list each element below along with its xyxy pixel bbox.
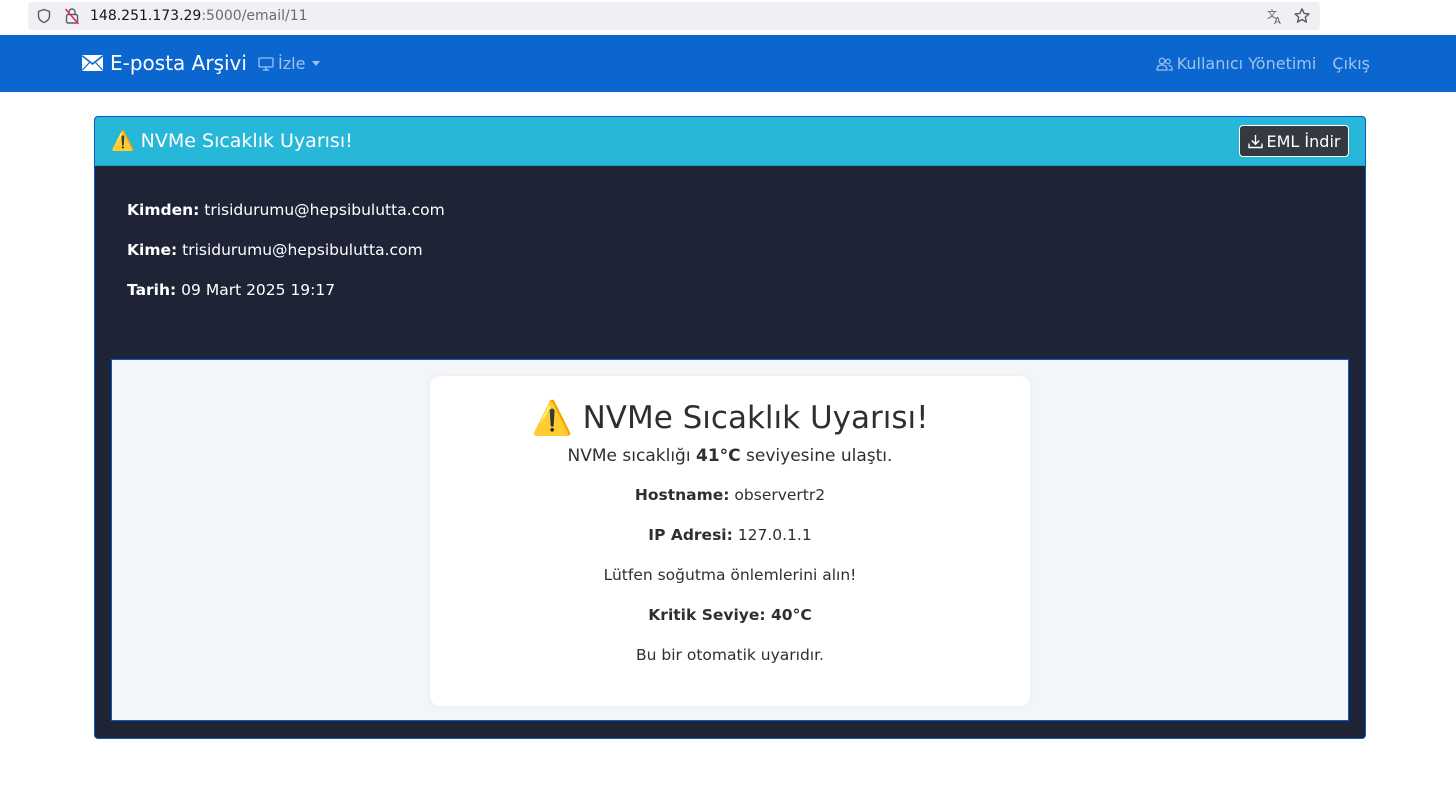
user-management-link[interactable]: Kullanıcı Yönetimi [1177,54,1317,73]
ip-value: 127.0.1.1 [737,526,812,544]
ip-label: IP Adresi: [648,526,733,544]
email-meta: Kimden: trisidurumu@hepsibulutta.com Kim… [127,201,445,321]
monitor-icon [258,56,274,71]
url-path: :5000/email/11 [201,8,308,24]
temperature-message: NVMe sıcaklığı 41°C seviyesine ulaştı. [430,446,1030,466]
download-eml-button[interactable]: EML İndir [1239,125,1349,157]
email-body-frame: ⚠️ NVMe Sıcaklık Uyarısı! NVMe sıcaklığı… [111,359,1349,721]
izle-label: İzle [278,54,306,73]
to-label: Kime: [127,241,178,259]
current-temperature: 41°C [695,446,741,466]
date-label: Tarih: [127,281,177,299]
hostname-label: Hostname: [634,486,730,504]
to-row: Kime: trisidurumu@hepsibulutta.com [127,241,445,281]
users-icon [1156,57,1173,71]
from-label: Kimden: [127,201,200,219]
email-body-card: ⚠️ NVMe Sıcaklık Uyarısı! NVMe sıcaklığı… [430,376,1030,706]
chevron-down-icon [312,61,321,66]
body-heading: ⚠️ NVMe Sıcaklık Uyarısı! [430,398,1030,438]
download-eml-label: EML İndir [1266,131,1341,151]
logout-link[interactable]: Çıkış [1332,54,1370,73]
top-navbar: E-posta Arşivi İzle Kullanıcı Yönetimi Ç… [0,35,1456,92]
advice-line: Lütfen soğutma önlemlerini alın! [603,566,857,584]
lead-prefix: NVMe sıcaklığı [567,446,696,466]
nav-right: Kullanıcı Yönetimi Çıkış [1156,54,1370,73]
email-card-header: ⚠️ NVMe Sıcaklık Uyarısı! EML İndir [95,117,1365,166]
browser-toolbar: 148.251.173.29:5000/email/11 文 A [0,0,1456,35]
email-subject-text: NVMe Sıcaklık Uyarısı! [140,129,353,152]
hostname-line: Hostname: observertr2 [430,486,1030,504]
url-host: 148.251.173.29 [90,8,202,24]
download-icon [1247,134,1263,148]
email-subject: ⚠️ NVMe Sıcaklık Uyarısı! [111,129,353,153]
to-value: trisidurumu@hepsibulutta.com [182,241,423,259]
hostname-value: observertr2 [734,486,826,504]
brand-title: E-posta Arşivi [110,51,247,75]
shield-icon[interactable] [36,8,52,24]
url-text[interactable]: 148.251.173.29:5000/email/11 [90,8,308,24]
envelope-icon [82,55,103,71]
date-value: 09 Mart 2025 19:17 [181,281,336,299]
insecure-lock-icon[interactable] [64,7,80,25]
bookmark-star-icon[interactable] [1293,7,1311,25]
brand-link[interactable]: E-posta Arşivi [82,51,247,75]
date-row: Tarih: 09 Mart 2025 19:17 [127,281,445,321]
from-row: Kimden: trisidurumu@hepsibulutta.com [127,201,445,241]
email-card: ⚠️ NVMe Sıcaklık Uyarısı! EML İndir Kimd… [94,116,1366,739]
svg-text:A: A [1274,16,1281,25]
from-value: trisidurumu@hepsibulutta.com [204,201,445,219]
translate-icon[interactable]: 文 A [1266,7,1284,25]
izle-dropdown[interactable]: İzle [258,54,321,73]
lead-suffix: seviyesine ulaştı. [740,446,893,466]
auto-notice-line: Bu bir otomatik uyarıdır. [636,646,824,664]
url-bar[interactable]: 148.251.173.29:5000/email/11 文 A [28,2,1320,30]
warning-icon: ⚠️ [531,398,573,437]
critical-level-line: Kritik Seviye: 40°C [430,606,1030,624]
critical-level: Kritik Seviye: 40°C [648,606,812,624]
body-heading-text: NVMe Sıcaklık Uyarısı! [582,400,929,436]
warning-icon: ⚠️ [111,130,135,152]
ip-line: IP Adresi: 127.0.1.1 [430,526,1030,544]
